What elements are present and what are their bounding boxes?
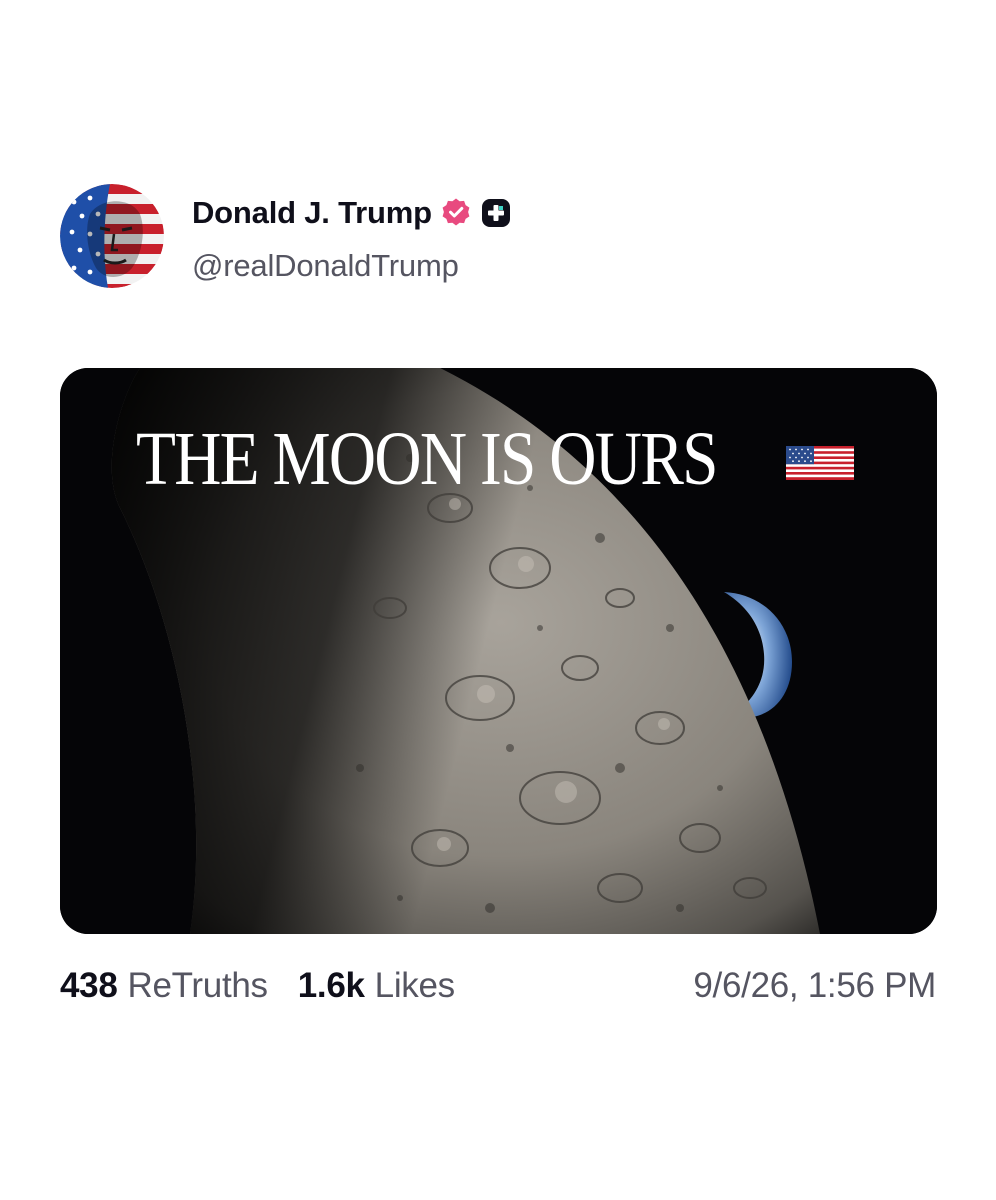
truth-post: Donald J. Trump @realDonaldTrump THE MOO… xyxy=(0,0,996,1200)
retruths-label: ReTruths xyxy=(127,966,269,1005)
media-headline: THE MOON IS OURS xyxy=(136,416,811,502)
headline-text: THE MOON IS OURS xyxy=(136,417,718,501)
verified-badge-icon xyxy=(440,197,472,229)
author-handle[interactable]: @realDonaldTrump xyxy=(192,248,459,284)
likes-label: Likes xyxy=(374,966,456,1005)
likes-stat[interactable]: 1.6k Likes xyxy=(298,966,455,1006)
display-name[interactable]: Donald J. Trump xyxy=(192,195,432,231)
retruths-count: 438 xyxy=(60,966,118,1005)
plus-badge-icon xyxy=(480,197,512,229)
post-timestamp[interactable]: 9/6/26, 1:56 PM xyxy=(693,962,936,1010)
avatar[interactable] xyxy=(60,184,164,288)
post-media[interactable]: THE MOON IS OURS xyxy=(60,368,937,934)
likes-count: 1.6k xyxy=(297,966,365,1005)
retruths-stat[interactable]: 438 ReTruths xyxy=(60,966,268,1006)
post-stats: 438 ReTruths 1.6k Likes xyxy=(60,962,455,1010)
avatar-image xyxy=(60,184,164,288)
author-name-row: Donald J. Trump xyxy=(192,190,512,236)
us-flag-icon xyxy=(786,446,854,480)
